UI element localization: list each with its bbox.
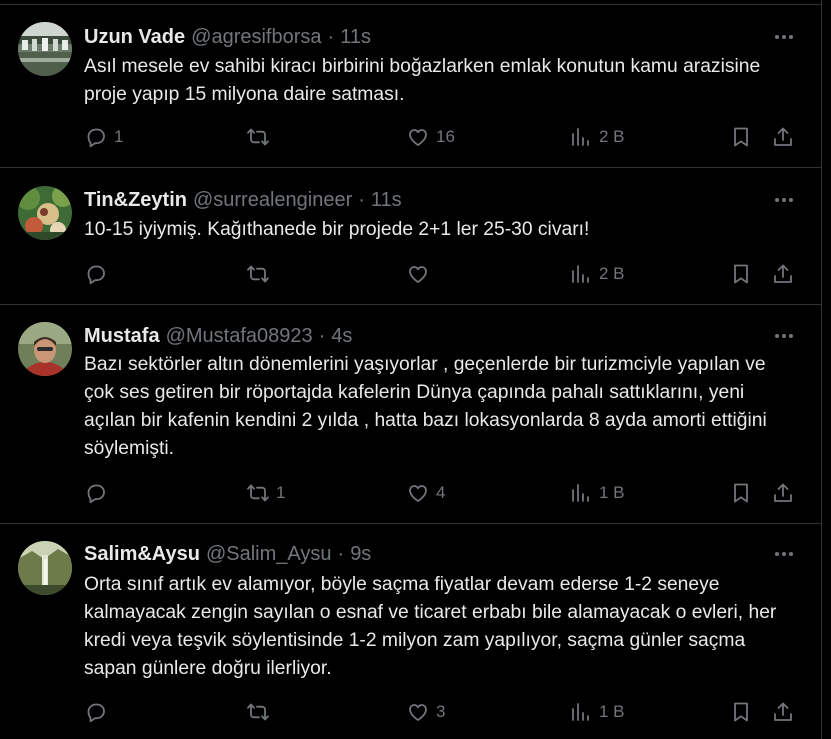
tweet[interactable]: Salim&Aysu @Salim_Aysu · 9s Orta sınıf a… bbox=[0, 524, 821, 739]
avatar[interactable] bbox=[18, 186, 72, 240]
reply-button[interactable] bbox=[84, 697, 114, 727]
display-name[interactable]: Tin&Zeytin bbox=[84, 189, 187, 212]
heart-icon bbox=[409, 266, 427, 283]
display-name[interactable]: Salim&Aysu bbox=[84, 543, 200, 566]
column-border bbox=[821, 0, 822, 739]
share-icon bbox=[774, 702, 792, 721]
views-count: 1 B bbox=[599, 702, 625, 721]
views-count: 2 B bbox=[599, 264, 625, 283]
avatar[interactable] bbox=[18, 22, 72, 76]
reply-button[interactable] bbox=[84, 259, 114, 289]
like-button[interactable]: 16 bbox=[406, 122, 455, 152]
tweet[interactable]: Uzun Vade @agresifborsa · 11s Asıl mesel… bbox=[0, 5, 821, 168]
display-name[interactable]: Uzun Vade bbox=[84, 26, 185, 49]
separator-dot: · bbox=[337, 542, 345, 565]
display-name[interactable]: Mustafa bbox=[84, 325, 160, 348]
share-icon bbox=[774, 264, 792, 283]
reply-icon bbox=[87, 484, 105, 504]
more-options-icon[interactable] bbox=[773, 543, 795, 565]
reply-count: 1 bbox=[114, 127, 124, 146]
views-button[interactable]: 2 B bbox=[569, 259, 625, 289]
user-handle[interactable]: @Mustafa08923 bbox=[166, 325, 313, 348]
user-handle[interactable]: @agresifborsa bbox=[191, 26, 321, 49]
timestamp[interactable]: 9s bbox=[350, 543, 371, 566]
tweet-actions: 1 16 2 B bbox=[84, 122, 796, 152]
tweet-actions: 3 1 B bbox=[84, 697, 796, 727]
separator-dot: · bbox=[358, 188, 365, 211]
more-options-icon[interactable] bbox=[773, 26, 795, 48]
retweet-button[interactable] bbox=[246, 122, 276, 152]
retweet-icon bbox=[247, 265, 269, 283]
timeline: Uzun Vade @agresifborsa · 11s Asıl mesel… bbox=[0, 0, 821, 739]
avatar[interactable] bbox=[18, 322, 72, 376]
reply-icon bbox=[87, 703, 105, 723]
views-button[interactable]: 1 B bbox=[569, 478, 625, 508]
user-handle[interactable]: @Salim_Aysu bbox=[206, 543, 332, 566]
like-button[interactable]: 3 bbox=[406, 697, 445, 727]
like-button[interactable] bbox=[406, 259, 436, 289]
like-count: 16 bbox=[436, 127, 455, 146]
user-handle[interactable]: @surrealengineer bbox=[193, 189, 352, 212]
share-button[interactable] bbox=[771, 122, 795, 152]
heart-icon bbox=[409, 485, 427, 502]
retweet-count: 1 bbox=[276, 483, 286, 502]
retweet-button[interactable] bbox=[246, 697, 276, 727]
retweet-icon bbox=[247, 128, 269, 146]
separator-dot: · bbox=[318, 324, 326, 347]
reply-button[interactable] bbox=[84, 478, 114, 508]
timestamp[interactable]: 11s bbox=[340, 26, 371, 49]
separator-dot: · bbox=[327, 25, 335, 48]
reply-button[interactable]: 1 bbox=[84, 122, 123, 152]
tweet-header: Tin&Zeytin @surrealengineer · 11s bbox=[84, 188, 402, 212]
heart-icon bbox=[409, 704, 427, 721]
bookmark-button[interactable] bbox=[729, 478, 753, 508]
timestamp[interactable]: 11s bbox=[371, 189, 402, 212]
analytics-icon bbox=[572, 265, 589, 283]
tweet-actions: 2 B bbox=[84, 259, 796, 289]
tweet-text: Asıl mesele ev sahibi kiracı birbirini b… bbox=[84, 56, 761, 105]
analytics-icon bbox=[572, 484, 589, 502]
bookmark-icon bbox=[734, 264, 748, 284]
reply-icon bbox=[87, 265, 105, 285]
retweet-icon bbox=[247, 484, 269, 502]
share-button[interactable] bbox=[771, 478, 795, 508]
share-icon bbox=[774, 127, 792, 146]
retweet-icon bbox=[247, 703, 269, 721]
more-options-icon[interactable] bbox=[773, 325, 795, 347]
bookmark-icon bbox=[734, 483, 748, 503]
bookmark-button[interactable] bbox=[729, 122, 753, 152]
retweet-button[interactable]: 1 bbox=[246, 478, 285, 508]
tweet-text: Orta sınıf artık ev alamıyor, böyle saçm… bbox=[84, 574, 777, 679]
bookmark-icon bbox=[734, 702, 748, 722]
tweet-text: Bazı sektörler altın dönemlerini yaşıyor… bbox=[84, 354, 767, 459]
like-count: 3 bbox=[436, 702, 446, 721]
bookmark-icon bbox=[734, 127, 748, 147]
share-button[interactable] bbox=[771, 697, 795, 727]
tweet-header: Mustafa @Mustafa08923 · 4s bbox=[84, 324, 352, 348]
bookmark-button[interactable] bbox=[729, 259, 753, 289]
tweet[interactable]: Tin&Zeytin @surrealengineer · 11s 10-15 … bbox=[0, 168, 821, 305]
avatar[interactable] bbox=[18, 541, 72, 595]
views-button[interactable]: 1 B bbox=[569, 697, 625, 727]
retweet-button[interactable] bbox=[246, 259, 276, 289]
analytics-icon bbox=[572, 128, 589, 146]
more-options-icon[interactable] bbox=[773, 189, 795, 211]
like-button[interactable]: 4 bbox=[406, 478, 445, 508]
share-icon bbox=[774, 483, 792, 502]
tweet-actions: 1 4 1 B bbox=[84, 478, 796, 508]
like-count: 4 bbox=[436, 483, 446, 502]
bookmark-button[interactable] bbox=[729, 697, 753, 727]
heart-icon bbox=[409, 129, 427, 146]
tweet[interactable]: Mustafa @Mustafa08923 · 4s Bazı sektörle… bbox=[0, 305, 821, 524]
views-count: 1 B bbox=[599, 483, 625, 502]
reply-icon bbox=[87, 128, 105, 148]
analytics-icon bbox=[572, 703, 589, 721]
tweet-text: 10-15 iyiymiş. Kağıthanede bir projede 2… bbox=[84, 219, 590, 240]
views-count: 2 B bbox=[599, 127, 625, 146]
share-button[interactable] bbox=[771, 259, 795, 289]
timestamp[interactable]: 4s bbox=[331, 325, 352, 348]
tweet-header: Salim&Aysu @Salim_Aysu · 9s bbox=[84, 542, 371, 566]
tweet-header: Uzun Vade @agresifborsa · 11s bbox=[84, 25, 371, 49]
views-button[interactable]: 2 B bbox=[569, 122, 625, 152]
